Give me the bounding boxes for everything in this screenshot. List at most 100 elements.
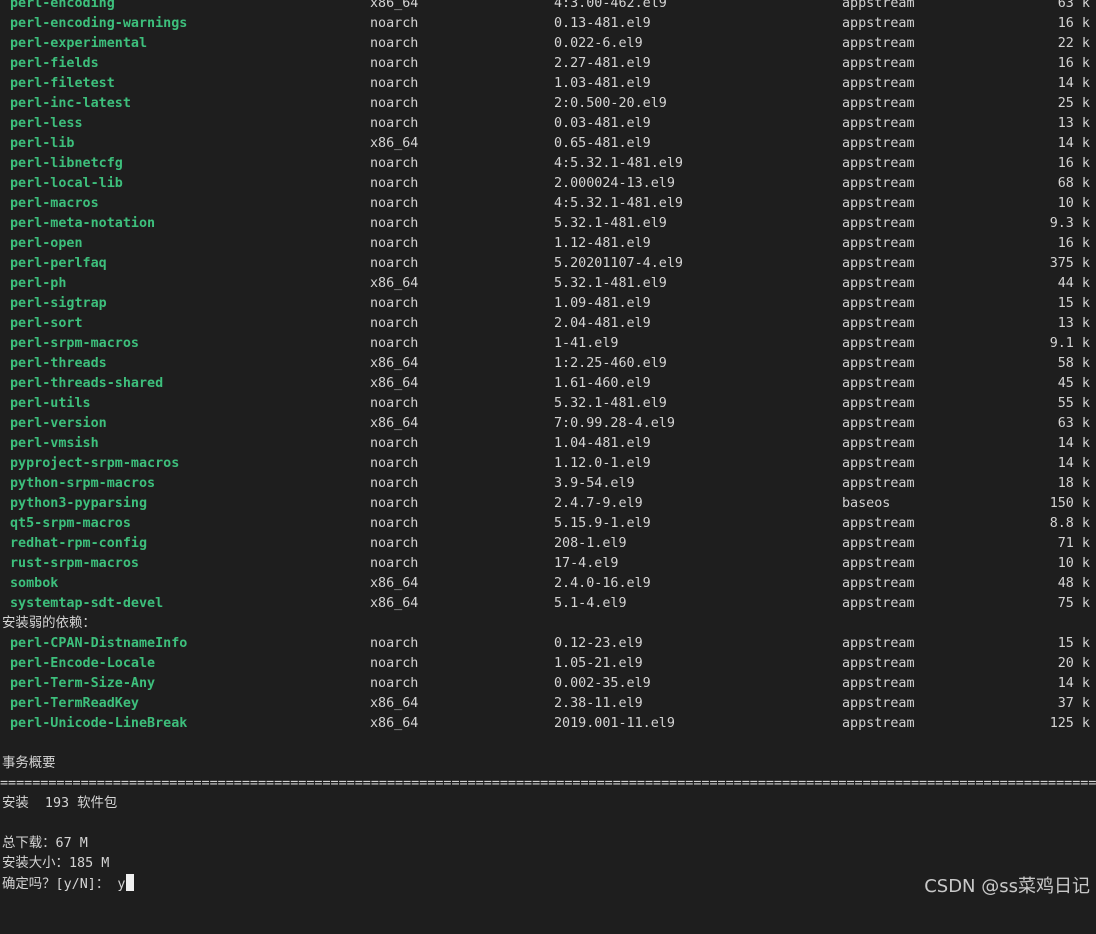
package-size: 45 k [1057,376,1090,391]
package-name: perl-local-lib [10,176,123,191]
package-name: perl-encoding-warnings [10,16,188,31]
package-repo: appstream [842,56,915,71]
package-name: redhat-rpm-config [10,536,148,551]
package-name: perl-utils [10,396,91,411]
package-repo: appstream [842,476,915,491]
prompt-input[interactable]: y [109,877,125,892]
package-version: 1.03-481.el9 [554,76,651,91]
package-name: perl-threads [10,356,107,371]
package-row: perl-inc-latest noarch 2:0.500-20.el9 appst… [0,94,1096,114]
package-name: perl-version [10,416,107,431]
text-cursor [126,874,135,891]
package-size: 9.1 k [1049,336,1090,351]
package-row: perl-TermReadKey x86_64 2.38-11.el9 appstre… [0,694,1096,714]
package-repo: appstream [842,376,915,391]
package-row: perl-srpm-macros noarch 1-41.el9 appstream 9… [0,334,1096,354]
package-size: 9.3 k [1049,216,1090,231]
package-name: perl-filetest [10,76,115,91]
package-repo: appstream [842,436,915,451]
package-row: perl-Unicode-LineBreak x86_64 2019.001-11.… [0,714,1096,734]
package-size: 18 k [1057,476,1090,491]
package-size: 44 k [1057,276,1090,291]
package-name: perl-Term-Size-Any [10,676,156,691]
package-version: 2:0.500-20.el9 [554,96,667,111]
package-arch: noarch [370,476,419,491]
total-download: 总下载：67 M [2,836,88,851]
package-version: 5.1-4.el9 [554,596,627,611]
package-name: perl-lib [10,136,75,151]
package-size: 75 k [1057,596,1090,611]
confirm-prompt: 确定吗？[y/N]： y [2,874,135,895]
installed-size: 安装大小：185 M [2,856,110,871]
package-arch: noarch [370,456,419,471]
install-count: 安装 193 软件包 [2,796,118,811]
package-row: perl-open noarch 1.12-481.el9 appstream 16 k [0,234,1096,254]
package-version: 2.38-11.el9 [554,696,643,711]
package-arch: noarch [370,336,419,351]
package-row: perl-macros noarch 4:5.32.1-481.el9 appstre… [0,194,1096,214]
package-row: perl-encoding-warnings noarch 0.13-481.el9… [0,14,1096,34]
terminal-output[interactable]: perl-encoding x86_64 4:3.00-462.el9 appstre… [0,0,1096,894]
package-version: 1.12-481.el9 [554,236,651,251]
package-name: perl-encoding [10,0,115,11]
package-arch: noarch [370,316,419,331]
package-name: sombok [10,576,59,591]
package-name: perl-Encode-Locale [10,656,156,671]
package-size: 20 k [1057,656,1090,671]
package-row: perl-sort noarch 2.04-481.el9 appstream 13 k [0,314,1096,334]
package-name: perl-TermReadKey [10,696,139,711]
package-name: python3-pyparsing [10,496,148,511]
package-arch: x86_64 [370,136,419,151]
package-row: pyproject-srpm-macros noarch 1.12.0-1.el9 a… [0,454,1096,474]
package-name: perl-perlfaq [10,256,107,271]
package-size: 58 k [1057,356,1090,371]
package-version: 2019.001-11.el9 [554,716,675,731]
package-arch: noarch [370,176,419,191]
package-version: 3.9-54.el9 [554,476,635,491]
package-size: 14 k [1057,436,1090,451]
package-row: perl-libnetcfg noarch 4:5.32.1-481.el9 apps… [0,154,1096,174]
package-row: perl-filetest noarch 1.03-481.el9 appstream… [0,74,1096,94]
summary-title: 事务概要 [2,756,56,771]
package-size: 375 k [1049,256,1090,271]
package-row: perl-lib x86_64 0.65-481.el9 appstream 14 k [0,134,1096,154]
package-name: perl-Unicode-LineBreak [10,716,188,731]
package-size: 71 k [1057,536,1090,551]
package-version: 2.4.0-16.el9 [554,576,651,591]
package-size: 16 k [1057,156,1090,171]
package-size: 16 k [1057,236,1090,251]
package-version: 1:2.25-460.el9 [554,356,667,371]
package-row: perl-threads x86_64 1:2.25-460.el9 appstrea… [0,354,1096,374]
package-arch: noarch [370,676,419,691]
package-repo: appstream [842,696,915,711]
package-size: 15 k [1057,636,1090,651]
package-version: 5.32.1-481.el9 [554,396,667,411]
installed-size-row: 安装大小：185 M [0,854,1096,874]
package-arch: x86_64 [370,376,419,391]
package-row: perl-Encode-Locale noarch 1.05-21.el9 appst… [0,654,1096,674]
package-arch: x86_64 [370,576,419,591]
package-name: perl-meta-notation [10,216,156,231]
package-name: perl-ph [10,276,67,291]
package-repo: appstream [842,116,915,131]
package-size: 16 k [1057,56,1090,71]
package-repo: appstream [842,676,915,691]
package-repo: appstream [842,516,915,531]
package-list-main: perl-encoding x86_64 4:3.00-462.el9 appstre… [0,0,1096,614]
package-repo: appstream [842,156,915,171]
package-arch: noarch [370,236,419,251]
package-name: perl-CPAN-DistnameInfo [10,636,188,651]
package-arch: noarch [370,216,419,231]
package-repo: appstream [842,336,915,351]
package-repo: appstream [842,176,915,191]
package-row: perl-CPAN-DistnameInfo noarch 0.12-23.el9 a… [0,634,1096,654]
package-version: 4:5.32.1-481.el9 [554,156,683,171]
package-version: 1.04-481.el9 [554,436,651,451]
package-size: 14 k [1057,456,1090,471]
package-row: perl-encoding x86_64 4:3.00-462.el9 appstre… [0,0,1096,14]
package-repo: appstream [842,556,915,571]
package-row: perl-less noarch 0.03-481.el9 appstream 13 k [0,114,1096,134]
package-row: perl-meta-notation noarch 5.32.1-481.el9 ap… [0,214,1096,234]
package-arch: noarch [370,36,419,51]
